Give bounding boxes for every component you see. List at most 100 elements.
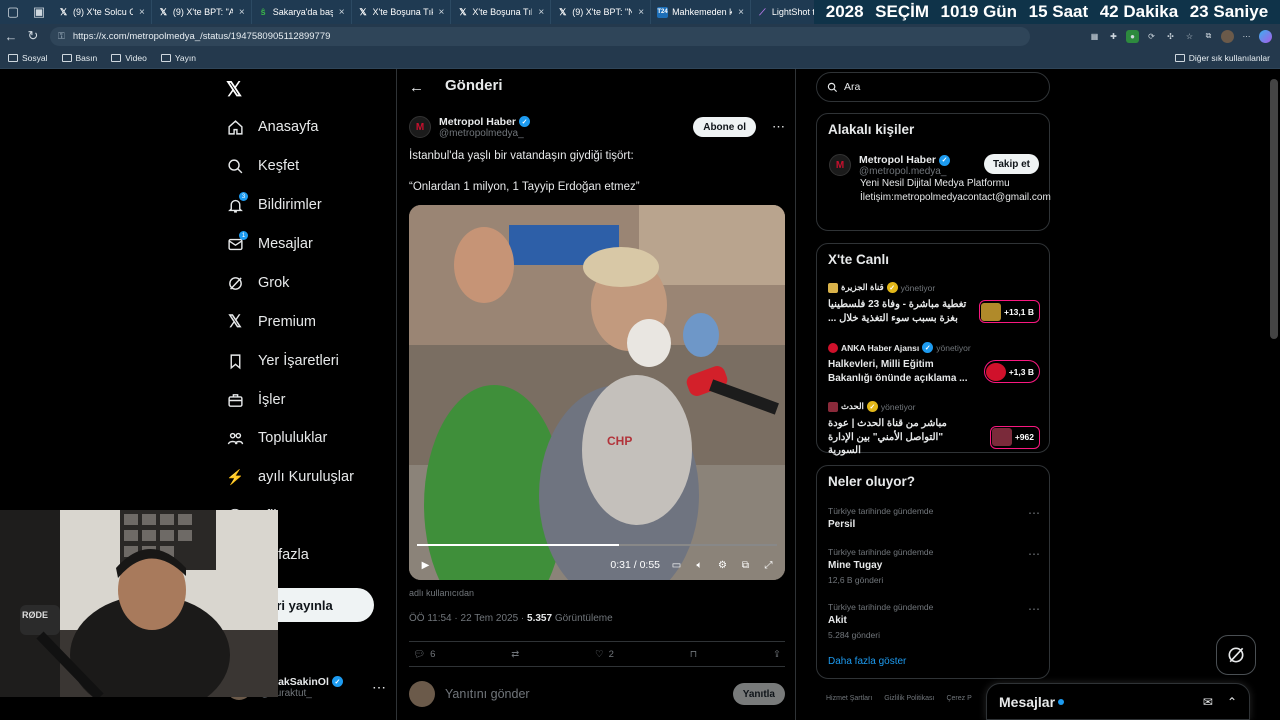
collections-icon[interactable]: ⧉ [1202,30,1215,43]
extension-icon[interactable]: ✚ [1107,30,1120,43]
reply-button[interactable]: Yanıtla [732,683,785,705]
extension-icon[interactable]: ● [1126,29,1139,43]
channel-logo [828,401,838,412]
video-progress-bar[interactable] [417,544,777,546]
nav-item-home[interactable]: Anasayfa [226,113,318,141]
author-handle[interactable]: @metropolmedya_ [439,128,530,139]
more-dots-icon[interactable]: ⋯ [772,119,785,135]
grok-floating-button[interactable] [1216,635,1256,675]
live-listeners-pill[interactable]: +1,3 B [983,360,1040,383]
browser-tab-0[interactable]: 𝕏 (9) X'te Solcu G × [52,0,152,24]
more-dots-icon[interactable]: ⋯ [1028,547,1040,561]
bookmark-folder-sosyal[interactable]: Sosyal [8,53,48,63]
subscribe-button[interactable]: Abone ol [693,117,756,137]
nav-item-jobs[interactable]: İşler [226,386,285,414]
author-avatar[interactable]: M [829,154,851,176]
close-icon[interactable]: × [139,7,145,18]
like-action[interactable]: ♡ 2 [595,649,614,660]
fullscreen-icon[interactable]: ⤢ [762,559,775,572]
search-input[interactable]: Ara [816,72,1050,102]
browser-tab-2[interactable]: ŝ Sakarya'da başl × [252,0,352,24]
settings-gear-icon[interactable]: ⚙ [716,559,729,572]
browser-tab-5[interactable]: 𝕏 (9) X'te BPT: "N × [551,0,652,24]
nav-item-grok[interactable]: Grok [226,269,289,297]
tab-actions-icon[interactable]: ▣ [26,1,52,23]
live-thumbnail [991,428,1012,447]
bookmark-action[interactable]: ⊓ [690,649,697,660]
nav-item-notifications[interactable]: 3 Bildirimler [226,191,322,219]
profile-avatar[interactable] [1221,29,1234,43]
nav-item-verified-orgs[interactable]: ⚡ ayılı Kuruluşlar [226,463,354,491]
browser-tab-3[interactable]: 𝕏 X'te Boşuna Tıkl × [352,0,452,24]
pip-icon[interactable]: ⧉ [739,559,752,572]
messages-drawer[interactable]: Mesajlar ✉ ⌃ [986,683,1250,720]
more-dots-icon[interactable]: ⋯ [372,679,386,696]
extensions-puzzle-icon[interactable]: ✣ [1164,30,1177,43]
video-player[interactable]: CHP ▶ 0:31 / 0:55 ▭ 🔈︎ ⚙ ⧉ ⤢ [409,205,785,580]
reply-input[interactable]: Yanıtını gönder [445,687,530,701]
more-dots-icon[interactable]: ⋯ [1028,602,1040,616]
nav-item-messages[interactable]: 1 Mesajlar [226,230,313,258]
browser-tab-6[interactable]: T24 Mahkemeden k × [651,0,751,24]
nav-item-explore[interactable]: Keşfet [226,152,299,180]
browser-profile-icon[interactable]: ▢ [0,1,26,23]
search-icon [827,82,838,93]
follow-button[interactable]: Takip et [983,154,1039,174]
footer-link[interactable]: Gizlilik Politikası [884,695,934,702]
author-name[interactable]: Metropol Haber [439,116,516,128]
nav-item-communities[interactable]: Topluluklar [226,424,327,452]
relevant-name[interactable]: Metropol Haber [859,154,936,166]
extension-icon[interactable]: ⟳ [1145,30,1158,43]
live-listeners-pill[interactable]: +962 [989,425,1040,449]
share-action[interactable]: ⇪ [773,649,781,660]
live-item[interactable]: الحدث ✓ yönetiyor مباشر من قناة الحدث | عو… [828,401,1040,458]
extension-icon[interactable]: ▦ [1088,30,1101,43]
relevant-handle[interactable]: @metropol.medya_ [859,166,950,177]
new-message-icon[interactable]: ✉ [1203,695,1213,709]
expand-chevron-icon[interactable]: ⌃ [1227,695,1237,709]
menu-dots-icon[interactable]: ⋯ [1240,30,1253,43]
close-icon[interactable]: × [638,7,644,18]
bookmark-folder-yayin[interactable]: Yayın [160,53,196,63]
copilot-icon[interactable] [1259,29,1272,43]
favorites-icon[interactable]: ☆ [1183,30,1196,43]
browser-tab-strip: ▢ ▣ 𝕏 (9) X'te Solcu G × 𝕏 (9) X'te BPT: "A… [0,0,1280,24]
close-icon[interactable]: × [439,7,445,18]
browser-tab-4[interactable]: 𝕏 X'te Boşuna Tıkl × [451,0,552,24]
live-item[interactable]: ANKA Haber Ajansı ✓ yönetiyor Halkevleri, … [828,342,1040,385]
close-icon[interactable]: × [538,7,544,18]
back-arrow-icon[interactable]: ← [0,25,22,47]
back-arrow-icon[interactable]: ← [409,79,424,96]
author-avatar[interactable]: M [409,116,431,138]
nav-item-bookmarks[interactable]: Yer İşaretleri [226,347,339,375]
reply-action[interactable]: 💬︎ 6 [413,649,435,660]
bookmark-folder-video[interactable]: Video [111,53,147,63]
refresh-icon[interactable]: ↻ [22,25,44,47]
trend-item[interactable]: Türkiye tarihinde gündemde Mine Tugay 12… [828,547,1040,585]
live-item-title: مباشر من قناة الحدث | عودة "التواصل الأم… [828,418,947,456]
captions-icon[interactable]: ▭ [670,559,683,572]
footer-link[interactable]: Çerez P [946,695,971,702]
close-icon[interactable]: × [738,7,744,18]
bookmark-folder-basin[interactable]: Basın [61,53,97,63]
page-scrollbar[interactable] [1270,79,1278,339]
trend-item[interactable]: Türkiye tarihinde gündemde Akit 5.284 gö… [828,602,1040,640]
x-logo-icon[interactable]: 𝕏 [226,77,242,102]
address-bar[interactable]: ⚿ https://x.com/metropolmedya_/status/19… [50,26,1030,46]
browser-tab-1[interactable]: 𝕏 (9) X'te BPT: "Ar × [152,0,252,24]
trend-item[interactable]: Türkiye tarihinde gündemde Persil ⋯ [828,506,1040,530]
footer-link[interactable]: Hizmet Şartları [826,695,872,702]
live-listeners-pill[interactable]: +13,1 B [978,300,1040,323]
post-timestamp[interactable]: ÖÖ 11:54 · 22 Tem 2025 · [409,613,524,624]
live-item[interactable]: قناة الجزيرة ✓ yönetiyor تغطية مباشرة - وف… [828,282,1040,325]
nav-item-premium[interactable]: 𝕏 Premium [226,308,316,336]
show-more-link[interactable]: Daha fazla göster [828,656,906,667]
more-dots-icon[interactable]: ⋯ [1028,506,1040,520]
other-bookmarks[interactable]: Diğer sık kullanılanlar [1174,53,1270,63]
volume-icon[interactable]: 🔈︎ [693,559,706,572]
repost-action[interactable]: ⇄ [511,649,519,660]
close-icon[interactable]: × [339,7,345,18]
close-icon[interactable]: × [239,7,245,18]
site-info-icon[interactable]: ⚿ [58,31,65,42]
play-icon[interactable]: ▶ [419,559,432,572]
